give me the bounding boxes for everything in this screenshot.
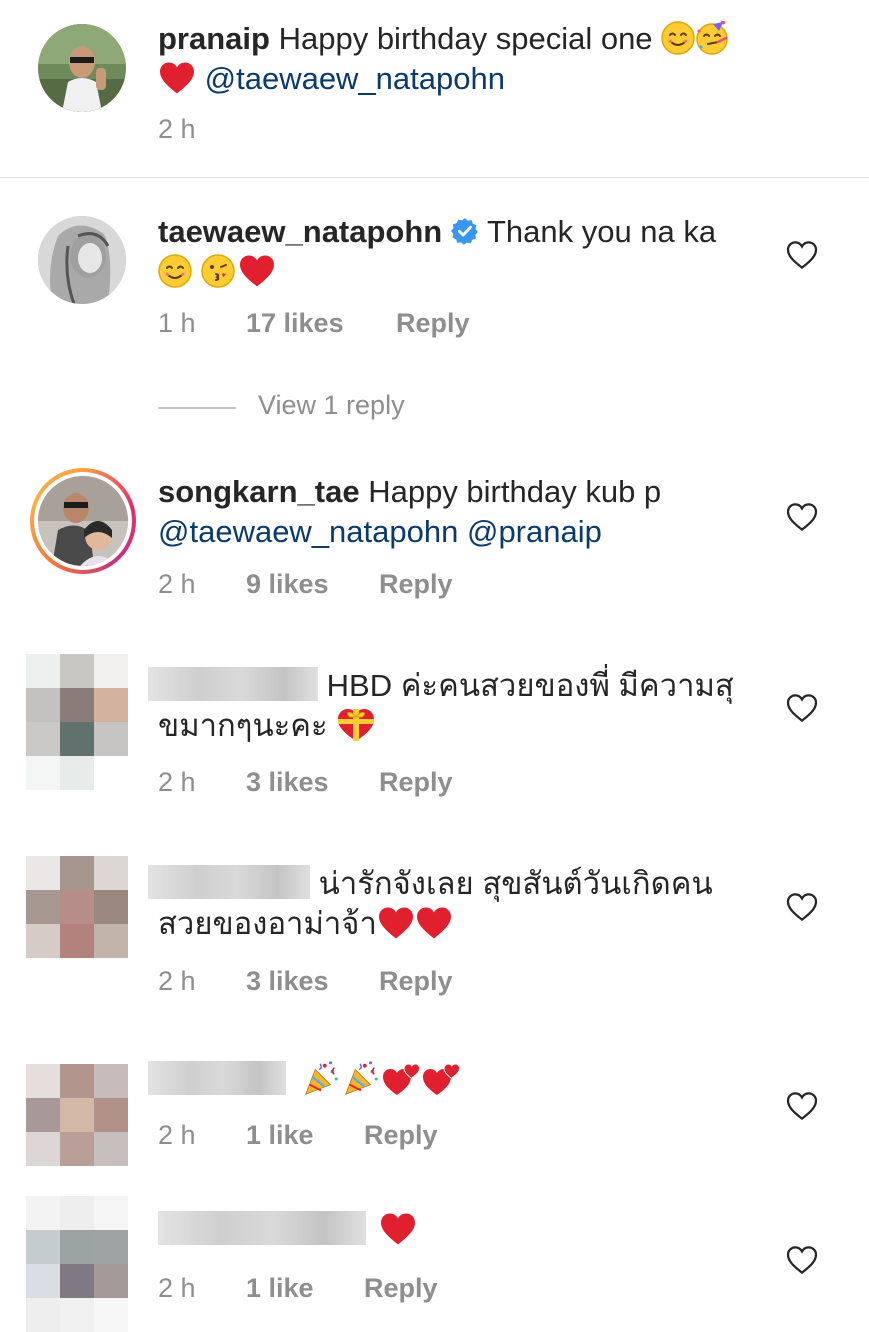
comment-time: 2 h <box>158 1120 196 1150</box>
avatar[interactable] <box>38 476 128 566</box>
reply-button[interactable]: Reply <box>379 765 453 799</box>
smiling-face-emoji-icon <box>158 254 192 288</box>
comment-time: 2 h <box>158 966 196 996</box>
view-replies-button[interactable]: View 1 reply <box>158 390 458 424</box>
two-hearts-emoji-icon <box>381 1061 421 1097</box>
comment-meta: 1 h 17 likes Reply <box>158 306 558 340</box>
comment-username[interactable]: taewaew_natapohn <box>158 214 442 249</box>
reply-button[interactable]: Reply <box>396 306 470 340</box>
avatar-pixelated[interactable] <box>26 1196 128 1332</box>
blurred-username[interactable] <box>158 1210 366 1245</box>
red-heart-emoji-icon <box>158 61 196 95</box>
avatar-pixelated[interactable] <box>26 654 128 790</box>
comment-body <box>158 1210 758 1250</box>
comment-text: น่ารักจังเลย สุขสันต์วันเกิดคน <box>318 866 713 901</box>
avatar-image <box>38 24 126 112</box>
comment-body: songkarn_tae Happy birthday kub p @taewa… <box>158 472 758 552</box>
comment-username[interactable]: pranaip <box>158 21 270 56</box>
reply-thread-line <box>158 407 236 409</box>
comment-text: Happy birthday kub p <box>368 474 662 509</box>
like-heart-icon[interactable] <box>786 1245 818 1275</box>
reply-button[interactable]: Reply <box>364 1271 438 1305</box>
comment-meta: 2 h 1 like Reply <box>158 1118 558 1152</box>
comment-text: Thank you na ka <box>486 214 717 249</box>
like-heart-icon[interactable] <box>786 502 818 532</box>
smiling-face-emoji-icon <box>661 21 695 55</box>
mention-link[interactable]: @taewaew_natapohn <box>205 61 505 96</box>
comment-username[interactable]: songkarn_tae <box>158 474 360 509</box>
comment-likes[interactable]: 17 likes <box>246 306 344 340</box>
comment-time: 2 h <box>158 569 196 599</box>
comment-meta: 2 h 3 likes Reply <box>158 964 558 998</box>
avatar-image <box>38 476 128 566</box>
like-heart-icon[interactable] <box>786 240 818 270</box>
comment-meta: 2 h 3 likes Reply <box>158 765 558 799</box>
comment-body: pranaip Happy birthday special one @taew… <box>158 19 798 99</box>
comment-time: 2 h <box>158 767 196 797</box>
red-heart-emoji-icon <box>238 254 276 288</box>
avatar-pixelated[interactable] <box>26 1030 128 1166</box>
comment-meta: 2 h 9 likes Reply <box>158 567 558 601</box>
comment-item: 2 h 1 like Reply <box>0 1196 869 1332</box>
comment-body: taewaew_natapohn Thank you na ka <box>158 212 768 292</box>
comment-body: น่ารักจังเลย สุขสันต์วันเกิดคน สวยของอาม… <box>148 864 768 944</box>
reply-button[interactable]: Reply <box>379 567 453 601</box>
heart-with-ribbon-emoji-icon <box>336 707 376 743</box>
comment-meta: 2 h <box>158 112 558 146</box>
avatar[interactable] <box>38 216 126 304</box>
blurred-username[interactable] <box>148 864 310 899</box>
view-replies-label: View 1 reply <box>258 390 405 420</box>
comment-item: taewaew_natapohn Thank you na ka 1 h 17 … <box>0 178 869 420</box>
blurred-username[interactable] <box>148 666 318 701</box>
comment-body: HBD ค่ะคนสวยของพี่ มีความสุ ขมากๆนะคะ <box>148 666 768 746</box>
kissing-face-emoji-icon <box>198 254 238 288</box>
mention-link[interactable]: @taewaew_natapohn @pranaip <box>158 514 602 549</box>
reply-button[interactable]: Reply <box>379 964 453 998</box>
comment-item: pranaip Happy birthday special one @taew… <box>0 0 869 178</box>
red-heart-emoji-icon <box>415 906 453 940</box>
party-popper-emoji-icon <box>301 1060 341 1098</box>
avatar[interactable] <box>38 24 126 112</box>
comment-likes[interactable]: 3 likes <box>246 964 329 998</box>
comment-likes[interactable]: 9 likes <box>246 567 329 601</box>
party-popper-emoji-icon <box>341 1060 381 1098</box>
comment-item: HBD ค่ะคนสวยของพี่ มีความสุ ขมากๆนะคะ 2 … <box>0 650 869 820</box>
comment-time: 1 h <box>158 308 196 338</box>
red-heart-emoji-icon <box>377 906 415 940</box>
comment-likes[interactable]: 1 like <box>246 1118 314 1152</box>
two-hearts-emoji-icon <box>421 1061 461 1097</box>
like-heart-icon[interactable] <box>786 1091 818 1121</box>
like-heart-icon[interactable] <box>786 892 818 922</box>
reply-button[interactable]: Reply <box>364 1118 438 1152</box>
blurred-username[interactable] <box>148 1060 286 1095</box>
comment-item: 2 h 1 like Reply <box>0 1030 869 1190</box>
comment-time: 2 h <box>158 114 196 144</box>
comment-item: น่ารักจังเลย สุขสันต์วันเกิดคน สวยของอาม… <box>0 850 869 1020</box>
like-heart-icon[interactable] <box>786 693 818 723</box>
red-heart-emoji-icon <box>379 1212 417 1246</box>
comment-text-continued: ขมากๆนะคะ <box>158 708 328 743</box>
avatar-image <box>38 216 126 304</box>
avatar-pixelated[interactable] <box>26 856 128 992</box>
comment-likes[interactable]: 3 likes <box>246 765 329 799</box>
comment-meta: 2 h 1 like Reply <box>158 1271 558 1305</box>
comment-likes[interactable]: 1 like <box>246 1271 314 1305</box>
comment-time: 2 h <box>158 1273 196 1303</box>
comment-item: songkarn_tae Happy birthday kub p @taewa… <box>0 460 869 630</box>
verified-badge-icon <box>451 217 479 245</box>
comment-text: Happy birthday special one <box>278 21 653 56</box>
comment-text-continued: สวยของอาม่าจ้า <box>158 906 377 941</box>
party-face-emoji-icon <box>695 21 729 55</box>
comment-body <box>148 1060 768 1101</box>
comment-text: HBD ค่ะคนสวยของพี่ มีความสุ <box>326 668 734 703</box>
